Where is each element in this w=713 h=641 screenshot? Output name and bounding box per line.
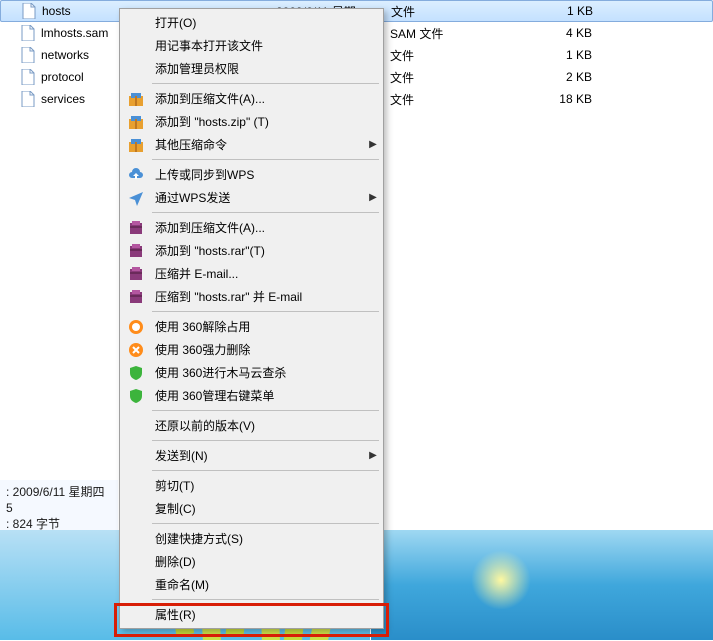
menu-open-notepad[interactable]: 用记事本打开该文件 — [122, 34, 381, 57]
menu-add-hosts-rar[interactable]: 添加到 "hosts.rar"(T) — [122, 239, 381, 262]
submenu-arrow-icon: ▶ — [365, 192, 381, 203]
menu-create-shortcut[interactable]: 创建快捷方式(S) — [122, 527, 381, 550]
submenu-arrow-icon: ▶ — [365, 450, 381, 461]
menu-send-to[interactable]: 发送到(N) ▶ — [122, 444, 381, 467]
menu-send-wps[interactable]: 通过WPS发送 ▶ — [122, 186, 381, 209]
file-icon — [21, 3, 37, 19]
file-icon — [20, 69, 36, 85]
status-bar: : 2009/6/11 星期四 5 : 824 字节 — [0, 480, 118, 536]
menu-cut[interactable]: 剪切(T) — [122, 474, 381, 497]
archive-icon — [125, 88, 147, 110]
archive-icon — [125, 134, 147, 156]
file-name: networks — [41, 48, 89, 62]
submenu-arrow-icon: ▶ — [365, 139, 381, 150]
360-delete-icon — [125, 339, 147, 361]
menu-compress-rar-email[interactable]: 压缩到 "hosts.rar" 并 E-mail — [122, 285, 381, 308]
menu-rename[interactable]: 重命名(M) — [122, 573, 381, 596]
menu-360-rightclick[interactable]: 使用 360管理右键菜单 — [122, 384, 381, 407]
menu-properties[interactable]: 属性(R) — [122, 603, 381, 626]
menu-delete[interactable]: 删除(D) — [122, 550, 381, 573]
winrar-icon — [125, 217, 147, 239]
cloud-upload-icon — [125, 164, 147, 186]
menu-restore-prev[interactable]: 还原以前的版本(V) — [122, 414, 381, 437]
file-type: 文件 — [390, 91, 512, 108]
context-menu: 打开(O) 用记事本打开该文件 添加管理员权限 添加到压缩文件(A)... 添加… — [119, 8, 384, 629]
menu-other-zip[interactable]: 其他压缩命令 ▶ — [122, 133, 381, 156]
menu-open[interactable]: 打开(O) — [122, 11, 381, 34]
file-name: hosts — [42, 4, 71, 18]
file-type: 文件 — [390, 47, 512, 64]
menu-360-trojan[interactable]: 使用 360进行木马云查杀 — [122, 361, 381, 384]
file-size: 4 KB — [512, 26, 592, 40]
send-icon — [125, 187, 147, 209]
file-name: protocol — [41, 70, 84, 84]
menu-add-archive-2[interactable]: 添加到压缩文件(A)... — [122, 216, 381, 239]
360-shield-icon — [125, 362, 147, 384]
menu-upload-wps[interactable]: 上传或同步到WPS — [122, 163, 381, 186]
menu-compress-email[interactable]: 压缩并 E-mail... — [122, 262, 381, 285]
file-size: 1 KB — [512, 48, 592, 62]
file-icon — [20, 91, 36, 107]
file-name: services — [41, 92, 85, 106]
winrar-icon — [125, 263, 147, 285]
menu-360-force-delete[interactable]: 使用 360强力删除 — [122, 338, 381, 361]
file-size: 18 KB — [512, 92, 592, 106]
status-date: : 2009/6/11 星期四 5 — [6, 484, 112, 516]
file-icon — [20, 25, 36, 41]
menu-add-archive[interactable]: 添加到压缩文件(A)... — [122, 87, 381, 110]
file-icon — [20, 47, 36, 63]
file-size: 1 KB — [513, 4, 593, 18]
360-shield-icon — [125, 385, 147, 407]
winrar-icon — [125, 286, 147, 308]
file-name: lmhosts.sam — [41, 26, 108, 40]
menu-360-release[interactable]: 使用 360解除占用 — [122, 315, 381, 338]
taskbar[interactable] — [371, 530, 713, 640]
menu-add-admin[interactable]: 添加管理员权限 — [122, 57, 381, 80]
file-type: 文件 — [391, 3, 513, 20]
menu-add-hosts-zip[interactable]: 添加到 "hosts.zip" (T) — [122, 110, 381, 133]
360-icon — [125, 316, 147, 338]
file-type: 文件 — [390, 69, 512, 86]
menu-copy[interactable]: 复制(C) — [122, 497, 381, 520]
file-size: 2 KB — [512, 70, 592, 84]
file-type: SAM 文件 — [390, 25, 512, 42]
winrar-icon — [125, 240, 147, 262]
archive-icon — [125, 111, 147, 133]
